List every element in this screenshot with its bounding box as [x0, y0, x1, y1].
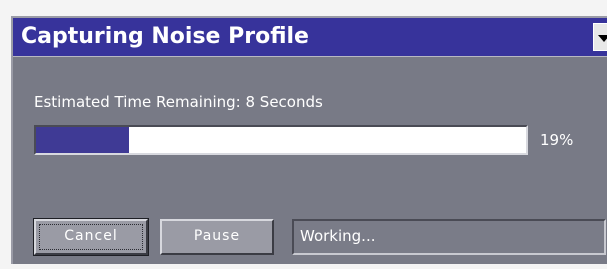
progress-bar-fill	[36, 127, 130, 153]
status-text: Working...	[300, 227, 376, 245]
cancel-button[interactable]: Cancel	[33, 218, 149, 256]
status-field: Working...	[292, 219, 606, 255]
pause-button[interactable]: Pause	[160, 219, 274, 255]
progress-bar	[34, 125, 528, 155]
dialog-body: Estimated Time Remaining: 8 Seconds 19% …	[13, 56, 607, 264]
dialog-title: Capturing Noise Profile	[21, 24, 309, 49]
chevron-down-icon	[598, 35, 607, 42]
pause-button-label: Pause	[193, 228, 241, 244]
title-bar[interactable]: Capturing Noise Profile	[13, 18, 607, 56]
time-remaining-label: Estimated Time Remaining: 8 Seconds	[34, 93, 323, 111]
title-menu-button[interactable]	[593, 23, 607, 51]
cancel-button-label: Cancel	[64, 228, 118, 244]
capture-noise-profile-dialog: Capturing Noise Profile Estimated Time R…	[11, 16, 607, 264]
progress-percent: 19%	[540, 131, 574, 149]
